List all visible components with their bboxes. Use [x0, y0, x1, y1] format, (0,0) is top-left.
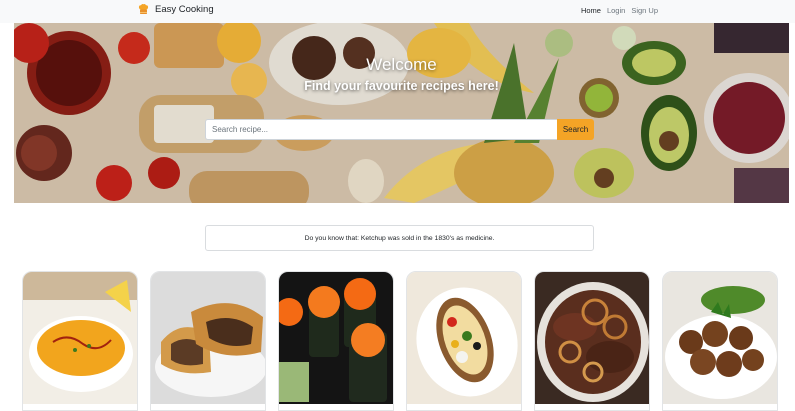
search-input[interactable]: [205, 119, 557, 140]
recipe-card-baked-potato[interactable]: [406, 271, 522, 411]
hero-overlay: [14, 23, 789, 203]
recipe-card-sushi[interactable]: [278, 271, 394, 411]
nav-links: Home Login Sign Up: [581, 6, 658, 15]
recipe-image-meat-pie: [151, 272, 265, 404]
recipe-card-liver-onions[interactable]: [534, 271, 650, 411]
navbar-brand[interactable]: Easy Cooking: [137, 3, 214, 16]
brand-name: Easy Cooking: [155, 4, 214, 15]
search-bar: Search: [205, 119, 594, 140]
recipe-cards: [22, 271, 778, 411]
nav-link-login[interactable]: Login: [607, 6, 625, 15]
search-button[interactable]: Search: [557, 119, 594, 140]
recipe-image-soup: [23, 272, 137, 404]
nav-link-home[interactable]: Home: [581, 6, 601, 15]
navbar: Easy Cooking Home Login Sign Up: [0, 0, 795, 23]
recipe-card-soup[interactable]: [22, 271, 138, 411]
hero-title: Welcome: [366, 55, 437, 74]
recipe-image-falafel: [663, 272, 777, 404]
hero-banner: Welcome Find your favourite recipes here…: [14, 23, 789, 203]
hero-subtitle: Find your favourite recipes here!: [304, 79, 499, 93]
recipe-image-sushi: [279, 272, 393, 404]
recipe-card-falafel[interactable]: [662, 271, 778, 411]
recipe-image-baked-potato: [407, 272, 521, 404]
fun-fact-text: Do you know that: Ketchup was sold in th…: [304, 234, 495, 242]
recipe-card-meat-pie[interactable]: [150, 271, 266, 411]
recipe-image-liver-onions: [535, 272, 649, 404]
fun-fact-box: Do you know that: Ketchup was sold in th…: [205, 225, 594, 251]
nav-link-signup[interactable]: Sign Up: [631, 6, 658, 15]
chef-hat-icon: [138, 3, 149, 14]
